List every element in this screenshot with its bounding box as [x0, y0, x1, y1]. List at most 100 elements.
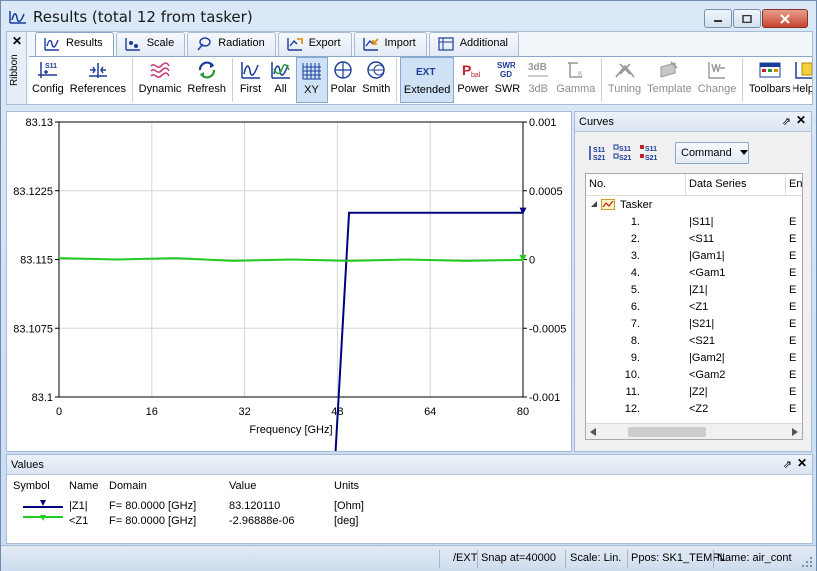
- col-data-series[interactable]: Data Series: [686, 174, 786, 195]
- x-tick-label: 16: [146, 406, 158, 418]
- curve-list-item[interactable]: 1. |S11| E: [586, 213, 802, 230]
- tab-scale[interactable]: Scale: [115, 32, 186, 56]
- chart-panel[interactable]: 0 16 32 48 64 80 83.13 0.001 83.1225 0.0005 83.115…: [6, 111, 572, 457]
- config-button[interactable]: S11 Config: [29, 57, 67, 103]
- tab-export[interactable]: Export: [277, 32, 352, 56]
- curve-list-item[interactable]: 9. |Gam2| E: [586, 349, 802, 366]
- scroll-left-icon[interactable]: [590, 428, 596, 436]
- curve-list-item[interactable]: 7. |S21| E: [586, 315, 802, 332]
- extended-button[interactable]: EXT Extended: [399, 57, 455, 103]
- tab-additional[interactable]: Additional: [428, 32, 520, 56]
- curve-list-item[interactable]: 10. <Gam2 E: [586, 366, 802, 383]
- toolbars-button[interactable]: Toolbars: [746, 57, 794, 103]
- curve-no: 2.: [630, 232, 640, 245]
- resize-grip-icon[interactable]: [801, 556, 813, 568]
- change-button[interactable]: Change: [695, 57, 740, 103]
- value-units: [deg]: [334, 515, 359, 527]
- references-button[interactable]: References: [67, 57, 129, 103]
- values-row[interactable]: <Z1 F= 80.0000 [GHz] -2.96888e-06 [deg]: [7, 512, 812, 528]
- curve-en: E: [789, 215, 797, 228]
- close-button[interactable]: [762, 9, 808, 28]
- col-value[interactable]: Value: [229, 480, 256, 492]
- select-s11-s21-icon[interactable]: S11S21: [613, 143, 633, 163]
- radiation-tab-icon: [197, 37, 211, 51]
- pin-icon[interactable]: ⇗: [782, 115, 791, 128]
- curves-title: Curves: [579, 115, 614, 128]
- refresh-button[interactable]: Refresh: [184, 57, 229, 103]
- tree-root-tasker[interactable]: Tasker: [586, 196, 802, 213]
- command-dropdown[interactable]: Command: [675, 142, 749, 164]
- toolbar-separator: [231, 58, 233, 102]
- value-domain: F= 80.0000 [GHz]: [109, 500, 197, 512]
- col-symbol[interactable]: Symbol: [13, 480, 50, 492]
- svg-text:S21: S21: [619, 155, 632, 162]
- svg-text:bal: bal: [471, 72, 481, 79]
- status-divider: [627, 550, 628, 568]
- gamma-button[interactable]: K Gamma: [553, 57, 598, 103]
- curves-panel-header: Curves ⇗ ✕: [575, 112, 811, 132]
- curve-list-item[interactable]: 6. <Z1 E: [586, 298, 802, 315]
- additional-tab-icon: [438, 37, 454, 51]
- pin-icon[interactable]: ⇗: [783, 458, 792, 471]
- polar-button[interactable]: Polar: [328, 57, 360, 103]
- x-axis-label: Frequency [GHz]: [249, 424, 332, 436]
- curve-no: 12.: [624, 402, 640, 415]
- first-button[interactable]: First: [236, 57, 266, 103]
- help-button[interactable]: Help: [793, 57, 812, 103]
- col-domain[interactable]: Domain: [109, 480, 147, 492]
- col-units[interactable]: Units: [334, 480, 359, 492]
- curve-list-item[interactable]: 11. |Z2| E: [586, 383, 802, 400]
- curve-series: <Z1: [689, 300, 709, 313]
- dynamic-button[interactable]: Dynamic: [136, 57, 185, 103]
- curve-series: |Gam1|: [689, 249, 725, 262]
- svg-text:S11: S11: [593, 147, 605, 154]
- curves-horizontal-scrollbar[interactable]: [586, 423, 802, 439]
- curve-no: 10.: [624, 368, 640, 381]
- sort-s11-s21-icon[interactable]: S11S21: [587, 143, 607, 163]
- expand-arrow-icon[interactable]: [591, 201, 597, 207]
- pbal-icon: Pbal: [461, 59, 485, 81]
- template-button[interactable]: Template: [644, 57, 695, 103]
- values-row[interactable]: |Z1| F= 80.0000 [GHz] 83.120110 [Ohm]: [7, 497, 812, 513]
- export-tab-icon: [287, 38, 303, 51]
- title-bar: Results (total 12 from tasker): [1, 1, 816, 31]
- value-value: -2.96888e-06: [229, 515, 295, 527]
- xy-button[interactable]: XY: [295, 57, 328, 103]
- curve-list-item[interactable]: 2. <S11 E: [586, 230, 802, 247]
- curve-no: 9.: [630, 351, 640, 364]
- tuning-button[interactable]: Tuning: [605, 57, 644, 103]
- first-chart-icon: [239, 59, 263, 81]
- ribbon-side-bar: ✕ Ribbon: [7, 32, 27, 104]
- all-button[interactable]: All: [266, 57, 296, 103]
- scroll-right-icon[interactable]: [792, 428, 798, 436]
- smith-button[interactable]: Smith: [359, 57, 393, 103]
- col-en[interactable]: En: [786, 174, 802, 195]
- minimize-button[interactable]: [704, 9, 732, 28]
- curves-tree[interactable]: No. Data Series En Tasker 1. |S11| E 2. <S11…: [585, 173, 803, 440]
- swr-button[interactable]: SWR GD SWR: [492, 57, 524, 103]
- maximize-button[interactable]: [733, 9, 761, 28]
- tab-import-label: Import: [384, 37, 416, 49]
- scrollbar-thumb[interactable]: [628, 427, 706, 437]
- y-left-tick-label: 83.1: [32, 392, 53, 404]
- curve-no: 11.: [625, 385, 640, 398]
- curve-list-item[interactable]: 4. <Gam1 E: [586, 264, 802, 281]
- tab-import[interactable]: Import: [353, 32, 427, 56]
- curve-list-item[interactable]: 8. <S21 E: [586, 332, 802, 349]
- curve-list-item[interactable]: 3. |Gam1| E: [586, 247, 802, 264]
- chart-area[interactable]: 0 16 32 48 64 8083.13 0.00183.1225 0.000583.115…: [7, 112, 571, 457]
- values-close-icon[interactable]: ✕: [797, 456, 807, 470]
- tab-results[interactable]: Results: [35, 32, 114, 56]
- deselect-s11-s21-icon[interactable]: S11S21: [639, 143, 659, 163]
- curve-list-item[interactable]: 12. <Z2 E: [586, 400, 802, 417]
- curve-list-item[interactable]: 5. |Z1| E: [586, 281, 802, 298]
- power-button[interactable]: Pbal Power: [454, 57, 491, 103]
- col-no[interactable]: No.: [586, 174, 686, 195]
- x-tick-label: 64: [424, 406, 436, 418]
- x-tick-label: 0: [56, 406, 62, 418]
- y-right-tick-label: 0.001: [529, 117, 557, 129]
- 3db-button[interactable]: 3dB 3dB: [523, 57, 553, 103]
- col-name[interactable]: Name: [69, 480, 98, 492]
- tab-radiation[interactable]: Radiation: [187, 32, 276, 56]
- curves-close-icon[interactable]: ✕: [796, 113, 806, 127]
